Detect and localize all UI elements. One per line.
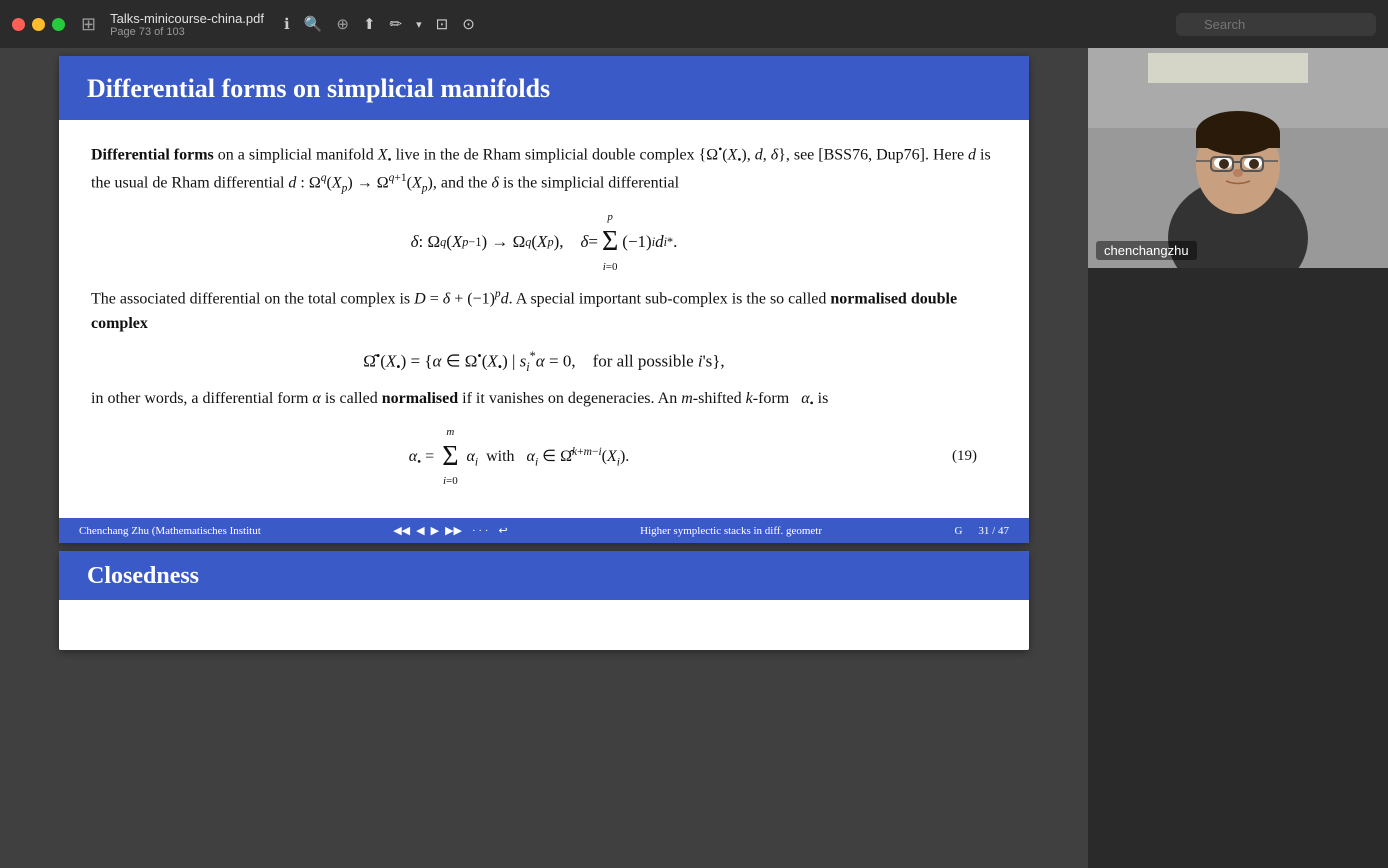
- traffic-lights: [12, 18, 65, 31]
- equation-number-19: (19): [927, 445, 977, 468]
- next-slide-header: Closedness: [59, 551, 1029, 600]
- footer-title: Higher symplectic stacks in diff. geomet…: [640, 525, 822, 537]
- slide-header: Differential forms on simplicial manifol…: [59, 56, 1029, 120]
- page-info-label: Page 73 of 103: [110, 26, 264, 38]
- zoom-in-icon[interactable]: ⊕: [336, 15, 349, 33]
- minimize-button[interactable]: [32, 18, 45, 31]
- options-icon[interactable]: ⊙: [462, 15, 475, 33]
- webcam-video: chenchangzhu: [1088, 48, 1388, 268]
- webcam-svg: [1088, 48, 1388, 268]
- equation-omega-hat: Ω̂•(X•) = {α ∈ Ω•(X•) | si*α = 0, for al…: [91, 347, 997, 377]
- annotate-dropdown-icon[interactable]: ▾: [416, 18, 422, 31]
- close-button[interactable]: [12, 18, 25, 31]
- annotate-icon[interactable]: ✏: [390, 15, 403, 33]
- webcam-background: [1088, 48, 1388, 268]
- paragraph-2: The associated differential on the total…: [91, 286, 997, 337]
- equation-alpha-content: α• = m Σ i=0 αi with αi ∈ Ω̂k+m−i(Xi).: [111, 424, 927, 491]
- footer-undo[interactable]: ↩: [498, 524, 507, 537]
- nav-arrow-right2[interactable]: ▶▶: [445, 524, 462, 537]
- share-icon[interactable]: ⬆: [363, 15, 376, 33]
- next-slide-body: [59, 600, 1029, 650]
- slide-body: Differential forms on a simplicial manif…: [59, 120, 1029, 518]
- footer-page-num: 31 / 47: [978, 525, 1009, 537]
- maximize-button[interactable]: [52, 18, 65, 31]
- nav-arrow-left1[interactable]: ◀◀: [393, 524, 410, 537]
- next-slide-preview: Closedness: [59, 551, 1029, 650]
- footer-nav-dots: · · ·: [472, 525, 489, 537]
- info-icon[interactable]: ℹ: [284, 15, 290, 33]
- pdf-viewer: Differential forms on simplicial manifol…: [0, 48, 1088, 868]
- bold-normalised: normalised double complex: [91, 290, 957, 332]
- titlebar: ⊞ Talks-minicourse-china.pdf Page 73 of …: [0, 0, 1388, 48]
- filename-label: Talks-minicourse-china.pdf: [110, 11, 264, 26]
- webcam-user-label: chenchangzhu: [1096, 241, 1197, 260]
- slide-title: Differential forms on simplicial manifol…: [87, 74, 1001, 104]
- paragraph-1: Differential forms on a simplicial manif…: [91, 142, 997, 199]
- zoom-out-icon[interactable]: 🔍: [304, 15, 323, 33]
- titlebar-info: Talks-minicourse-china.pdf Page 73 of 10…: [110, 11, 264, 38]
- footer-g-label: G: [954, 525, 962, 537]
- bold-differential-forms: Differential forms: [91, 146, 214, 163]
- toolbar-icons: ℹ 🔍 ⊕ ⬆ ✏ ▾ ⊡ ⊙: [284, 15, 475, 33]
- main-slide: Differential forms on simplicial manifol…: [59, 56, 1029, 543]
- crop-icon[interactable]: ⊡: [436, 15, 449, 33]
- sidebar-toggle-icon[interactable]: ⊞: [81, 14, 96, 35]
- equation-alpha: α• = m Σ i=0 αi with αi ∈ Ω̂k+m−i(Xi). (…: [91, 424, 997, 491]
- right-panel-empty: [1088, 268, 1388, 868]
- footer-nav-arrows: ◀◀ ◀ ▶ ▶▶ · · · ↩: [393, 524, 508, 537]
- footer-right: G 31 / 47: [954, 525, 1009, 537]
- equation-delta: δ : Ωq(Xp−1) → Ωq(Xp), δ = p Σ i=0 (−1)i…: [91, 209, 997, 276]
- webcam-panel: chenchangzhu: [1088, 48, 1388, 868]
- search-input[interactable]: [1176, 13, 1376, 36]
- nav-arrow-left2[interactable]: ◀: [416, 524, 424, 537]
- next-slide-title: Closedness: [87, 563, 1001, 590]
- main-content: Differential forms on simplicial manifol…: [0, 48, 1388, 868]
- nav-arrow-right1[interactable]: ▶: [431, 524, 439, 537]
- footer-author: Chenchang Zhu (Mathematisches Institut: [79, 525, 261, 537]
- paragraph-3: in other words, a differential form α is…: [91, 387, 997, 414]
- search-wrapper: [1176, 13, 1376, 36]
- bold-normalised-2: normalised: [382, 390, 458, 407]
- slide-footer: Chenchang Zhu (Mathematisches Institut ◀…: [59, 518, 1029, 543]
